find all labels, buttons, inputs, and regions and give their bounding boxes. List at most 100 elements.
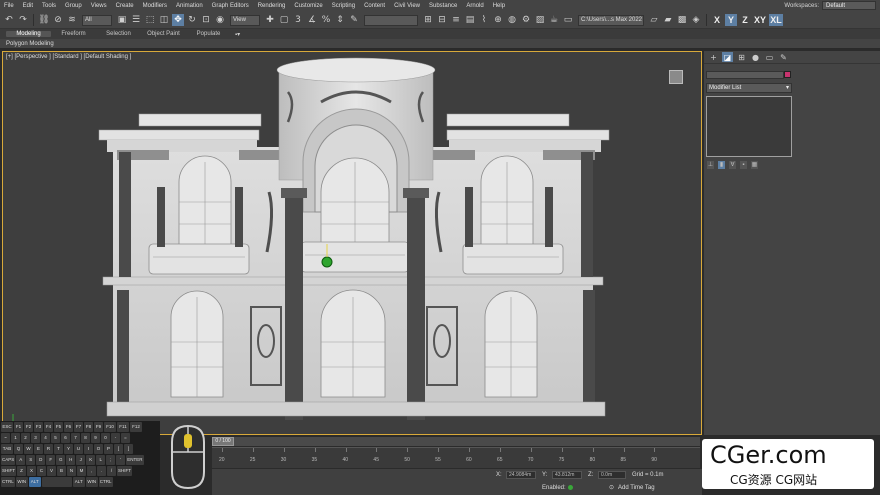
perspective-viewport[interactable]: [+] [Perspective ] [Standard ] [Default … <box>2 51 702 435</box>
material-editor-icon[interactable]: ◍ <box>506 14 518 26</box>
ribbon-tab-freeform[interactable]: Freeform <box>51 31 96 37</box>
move-icon[interactable]: ✥ <box>172 14 184 26</box>
menu-arnold[interactable]: Arnold <box>466 3 483 9</box>
ribbon-options-icon[interactable]: ▪▾ <box>235 31 240 38</box>
viewport-label[interactable]: [+] [Perspective ] [Standard ] [Default … <box>6 54 131 60</box>
key-f12: F12 <box>130 422 142 432</box>
render-icon[interactable]: ☕ <box>548 14 560 26</box>
redo-icon[interactable]: ↷ <box>17 14 29 26</box>
object-name-field[interactable] <box>706 71 784 79</box>
arnold-icon[interactable]: ▩ <box>676 14 688 26</box>
curve-editor-icon[interactable]: ⌇ <box>478 14 490 26</box>
timeline-tick-label: 70 <box>527 457 534 463</box>
rect-selection-icon[interactable]: ⬚ <box>144 14 156 26</box>
scale-icon[interactable]: ⊡ <box>200 14 212 26</box>
menu-customize[interactable]: Customize <box>294 3 322 9</box>
modify-tab-icon[interactable]: ◪ <box>722 52 733 62</box>
edit-named-selection-icon[interactable]: ✎ <box>348 14 360 26</box>
named-selection-dropdown[interactable] <box>364 14 418 26</box>
menu-scripting[interactable]: Scripting <box>332 3 355 9</box>
spinner-snap-icon[interactable]: ⇕ <box>334 14 346 26</box>
pin-stack-icon[interactable]: ⊥ <box>707 161 714 169</box>
menu-civil-view[interactable]: Civil View <box>394 3 420 9</box>
utilities-tab-icon[interactable]: ✎ <box>778 52 789 62</box>
workspaces-dropdown[interactable]: Default <box>822 1 876 10</box>
layer-explorer-icon[interactable]: ≡ <box>450 14 462 26</box>
rotate-icon[interactable]: ↻ <box>186 14 198 26</box>
undo-icon[interactable]: ↶ <box>3 14 15 26</box>
menu-help[interactable]: Help <box>493 3 505 9</box>
select-manipulate-icon[interactable]: ▢ <box>278 14 290 26</box>
substance-icon[interactable]: ◈ <box>690 14 702 26</box>
modifier-stack[interactable] <box>706 96 792 157</box>
hierarchy-tab-icon[interactable]: ⊞ <box>736 52 747 62</box>
folder-icon[interactable]: ▭ <box>562 14 574 26</box>
x-coord-field[interactable]: 24.9084m <box>506 471 536 479</box>
axis-z-button[interactable]: Z <box>739 14 751 26</box>
open-explorer-icon[interactable]: ▰ <box>662 14 674 26</box>
building-model-render[interactable] <box>3 52 702 435</box>
menu-rendering[interactable]: Rendering <box>258 3 286 9</box>
bind-spacewarp-icon[interactable]: ≋ <box>66 14 78 26</box>
menu-tools[interactable]: Tools <box>42 3 56 9</box>
pivot-center-icon[interactable]: ✚ <box>264 14 276 26</box>
enabled-toggle-icon[interactable] <box>568 485 573 490</box>
render-setup-icon[interactable]: ⚙ <box>520 14 532 26</box>
axis-xl-button[interactable]: XL <box>769 14 783 26</box>
mirror-icon[interactable]: ⊞ <box>422 14 434 26</box>
menu-content[interactable]: Content <box>364 3 385 9</box>
snap-toggle-icon[interactable]: 3 <box>292 14 304 26</box>
percent-snap-icon[interactable]: % <box>320 14 332 26</box>
schematic-view-icon[interactable]: ⊕ <box>492 14 504 26</box>
axis-xy-button[interactable]: XY <box>753 14 767 26</box>
display-tab-icon[interactable]: ▭ <box>764 52 775 62</box>
viewcube-icon[interactable] <box>669 70 683 84</box>
motion-tab-icon[interactable]: ● <box>750 52 761 62</box>
y-coord-field[interactable]: 43.812m <box>552 471 582 479</box>
align-icon[interactable]: ⊟ <box>436 14 448 26</box>
key-7: 7 <box>71 433 80 443</box>
modifier-list-dropdown[interactable]: Modifier List ▾ <box>706 83 792 93</box>
menu-file[interactable]: File <box>4 3 14 9</box>
menu-edit[interactable]: Edit <box>23 3 33 9</box>
selection-filter-dropdown[interactable]: All <box>82 14 112 26</box>
unlink-icon[interactable]: ⊘ <box>52 14 64 26</box>
render-frame-icon[interactable]: ▨ <box>534 14 546 26</box>
show-end-result-icon[interactable]: ▮ <box>718 161 725 169</box>
scene-explorer-icon[interactable]: ▤ <box>464 14 476 26</box>
menu-animation[interactable]: Animation <box>176 3 203 9</box>
track-bar[interactable]: 20 25 30 35 40 45 50 55 60 65 70 75 80 85 90 <box>212 447 700 468</box>
toolbar-separator <box>706 14 707 26</box>
make-unique-icon[interactable]: ∀ <box>729 161 736 169</box>
menu-group[interactable]: Group <box>65 3 82 9</box>
object-color-swatch[interactable] <box>784 71 791 78</box>
configure-sets-icon[interactable]: ▦ <box>751 161 758 169</box>
select-object-icon[interactable]: ▣ <box>116 14 128 26</box>
menu-substance[interactable]: Substance <box>429 3 457 9</box>
select-by-name-icon[interactable]: ☰ <box>130 14 142 26</box>
link-icon[interactable]: ⛓ <box>38 14 50 26</box>
reference-coordinate-dropdown[interactable]: View <box>230 14 260 26</box>
ribbon-tab-populate[interactable]: Populate <box>186 31 231 37</box>
menu-graph-editors[interactable]: Graph Editors <box>212 3 249 9</box>
menu-views[interactable]: Views <box>91 3 107 9</box>
time-slider-thumb[interactable]: 0 / 100 <box>212 437 234 446</box>
project-folder-icon[interactable]: ▱ <box>648 14 660 26</box>
time-slider[interactable]: 0 / 100 <box>212 437 700 446</box>
ribbon-tab-selection[interactable]: Selection <box>96 31 141 37</box>
menu-create[interactable]: Create <box>116 3 134 9</box>
placement-icon[interactable]: ◉ <box>214 14 226 26</box>
menu-modifiers[interactable]: Modifiers <box>143 3 167 9</box>
z-coord-field[interactable]: 0.0m <box>598 471 626 479</box>
ribbon-panel-polygon-modeling[interactable]: Polygon Modeling <box>0 39 880 49</box>
axis-y-button[interactable]: Y <box>725 14 737 26</box>
axis-x-button[interactable]: X <box>711 14 723 26</box>
create-tab-icon[interactable]: + <box>708 52 719 62</box>
window-crossing-icon[interactable]: ◫ <box>158 14 170 26</box>
angle-snap-icon[interactable]: ∡ <box>306 14 318 26</box>
project-path-dropdown[interactable]: C:\Users\...s Max 2022 <box>578 14 644 26</box>
remove-modifier-icon[interactable]: ▪ <box>740 161 747 169</box>
ribbon-tab-object-paint[interactable]: Object Paint <box>141 31 186 37</box>
add-time-tag-button[interactable]: Add Time Tag <box>618 485 655 491</box>
ribbon-tab-modeling[interactable]: Modeling <box>6 31 51 37</box>
